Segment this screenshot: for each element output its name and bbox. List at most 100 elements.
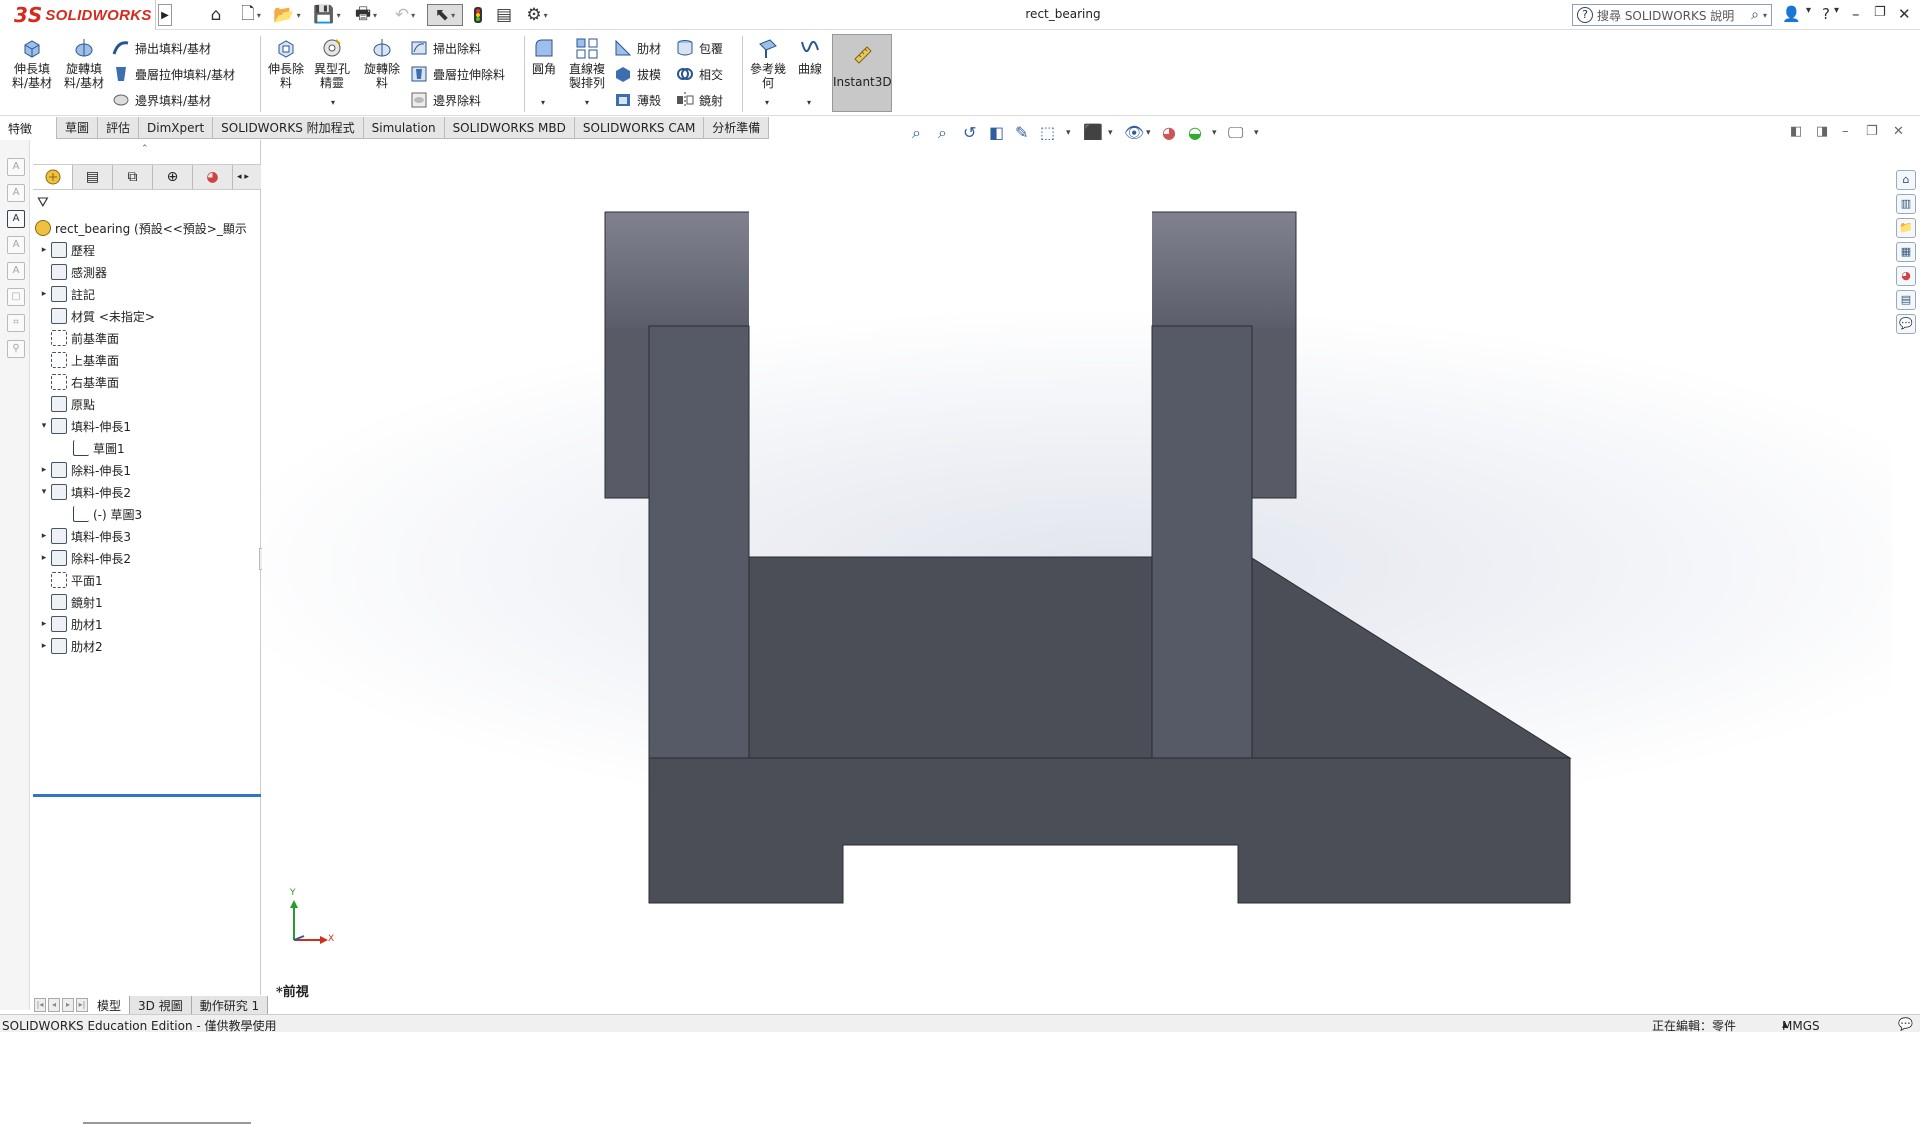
user-icon[interactable]: 👤 <box>1782 5 1801 23</box>
smart-dimension-icon[interactable]: A <box>7 158 25 176</box>
prev-tab-nav[interactable]: ◂ <box>48 998 60 1012</box>
rollback-bar[interactable] <box>33 794 261 797</box>
expand-toggle-icon[interactable]: ▸ <box>37 619 51 629</box>
shell-button[interactable]: 薄殼 <box>614 90 661 110</box>
tab-8[interactable]: 分析準備 <box>704 117 770 139</box>
last-tab-nav[interactable]: ▸| <box>76 998 88 1012</box>
tree-item-18[interactable]: ▸ 肋材2 <box>37 636 103 656</box>
balloon-icon[interactable]: A <box>7 236 25 254</box>
curves-dropdown[interactable]: ▾ <box>807 98 811 107</box>
hole-wizard-dropdown[interactable]: ▾ <box>331 98 335 107</box>
tab-7[interactable]: SOLIDWORKS CAM <box>574 117 705 139</box>
bottom-tab-0[interactable]: 模型 <box>89 996 131 1014</box>
apply-scene-dropdown[interactable]: ▾ <box>1212 128 1217 138</box>
linear-pattern-dropdown[interactable]: ▾ <box>585 98 589 107</box>
tree-item-6[interactable]: 右基準面 <box>37 372 119 392</box>
tree-item-12[interactable]: (-) 草圖3 <box>59 504 142 524</box>
loft-cut-button[interactable]: 疊層拉伸除料 <box>410 64 505 84</box>
tree-item-0[interactable]: ▸ 歷程 <box>37 240 95 260</box>
viewport-tile-right-icon[interactable]: ◨ <box>1816 124 1828 139</box>
weld-symbol-icon[interactable]: ⌗ <box>7 314 25 332</box>
reference-geometry-dropdown[interactable]: ▾ <box>765 98 769 107</box>
expand-toggle-icon[interactable]: ▸ <box>37 465 51 475</box>
restore-icon[interactable]: ❐ <box>1874 5 1886 20</box>
note-icon[interactable]: A <box>7 184 25 202</box>
loft-boss-button[interactable]: 疊層拉伸填料/基材 <box>112 64 235 84</box>
curves-button[interactable]: 曲線 <box>788 36 832 76</box>
next-tab-nav[interactable]: ▸ <box>62 998 74 1012</box>
help-question-icon[interactable]: ? <box>1822 5 1830 23</box>
view-orientation-dropdown[interactable]: ▾ <box>1066 128 1071 138</box>
sweep-boss-button[interactable]: 掃出填料/基材 <box>112 38 211 58</box>
expand-toggle-icon[interactable]: ▾ <box>37 421 51 431</box>
tree-item-4[interactable]: 前基準面 <box>37 328 119 348</box>
boundary-boss-button[interactable]: 邊界填料/基材 <box>112 90 211 110</box>
hide-show-dropdown[interactable]: ▾ <box>1146 128 1151 138</box>
help-dropdown-icon[interactable]: ▾ <box>1834 5 1839 16</box>
view-palette-icon[interactable]: ▦ <box>1896 242 1916 262</box>
status-units[interactable]: MMGS ▴ <box>1782 1017 1820 1033</box>
tree-item-8[interactable]: ▾ 填料-伸長1 <box>37 416 131 436</box>
tab-2[interactable]: 評估 <box>98 117 140 139</box>
tree-item-1[interactable]: 感測器 <box>37 262 107 282</box>
bottom-tab-1[interactable]: 3D 視圖 <box>130 996 192 1014</box>
wrap-button[interactable]: 包覆 <box>676 38 723 58</box>
search-icon[interactable]: ⌕ <box>1751 7 1759 23</box>
hole-wizard-button[interactable]: 異型孔精靈 <box>310 36 354 90</box>
dimxpert-manager-tab[interactable]: ⊕ <box>153 165 193 189</box>
custom-properties-icon[interactable]: ▤ <box>1896 290 1916 310</box>
fillet-dropdown[interactable]: ▾ <box>541 98 545 107</box>
expand-toggle-icon[interactable]: ▸ <box>37 641 51 651</box>
filter-icon[interactable]: ⛛ <box>37 195 49 211</box>
fillet-button[interactable]: 圓角 <box>522 36 566 76</box>
tree-item-15[interactable]: 平面1 <box>37 570 103 590</box>
extrude-cut-button[interactable]: 伸長除料 <box>264 36 308 90</box>
tree-item-7[interactable]: 原點 <box>37 394 95 414</box>
hole-callout-icon[interactable]: ⚲ <box>7 340 25 358</box>
mirror-button[interactable]: 鏡射 <box>676 90 723 110</box>
tree-item-5[interactable]: 上基準面 <box>37 350 119 370</box>
tree-item-9[interactable]: 草圖1 <box>59 438 125 458</box>
tree-root-part[interactable]: rect_bearing (預設<<預設>_顯示 <box>35 218 247 238</box>
tree-item-10[interactable]: ▸ 除料-伸長1 <box>37 460 131 480</box>
panel-tab-scroll[interactable]: ◂ ▸ <box>233 165 249 189</box>
revolve-boss-button[interactable]: 旋轉填料/基材 <box>62 36 106 90</box>
expand-toggle-icon[interactable]: ▾ <box>37 487 51 497</box>
configuration-manager-tab[interactable]: ⧉ <box>113 165 153 189</box>
tree-item-11[interactable]: ▾ 填料-伸長2 <box>37 482 131 502</box>
tab-3[interactable]: DimXpert <box>139 117 214 139</box>
close-icon[interactable]: ✕ <box>1898 5 1911 23</box>
solidworks-resources-icon[interactable]: ⌂ <box>1896 170 1916 190</box>
tab-6[interactable]: SOLIDWORKS MBD <box>444 117 575 139</box>
property-manager-tab[interactable]: ▤ <box>73 165 113 189</box>
feature-manager-tab[interactable] <box>33 165 73 189</box>
rib-button[interactable]: 肋材 <box>614 38 661 58</box>
tree-item-2[interactable]: ▸ 註記 <box>37 284 95 304</box>
file-explorer-icon[interactable]: 📁 <box>1896 218 1916 238</box>
help-search-input[interactable]: ? 搜尋 SOLIDWORKS 說明 ⌕ ▾ <box>1572 4 1772 26</box>
revolve-cut-button[interactable]: 旋轉除料 <box>360 36 404 90</box>
expand-toggle-icon[interactable]: ▸ <box>37 531 51 541</box>
extrude-boss-button[interactable]: 伸長填料/基材 <box>10 36 54 90</box>
display-manager-tab[interactable]: ◕ <box>193 165 233 189</box>
draft-button[interactable]: 拔模 <box>614 64 661 84</box>
display-style-dropdown[interactable]: ▾ <box>1108 128 1113 138</box>
status-message-icon[interactable]: 💬 <box>1898 1017 1913 1031</box>
viewport-restore-icon[interactable]: ❐ <box>1866 124 1878 139</box>
datum-icon[interactable]: ▢ <box>7 288 25 306</box>
instant3d-button[interactable]: Instant3D <box>832 34 892 112</box>
tree-item-17[interactable]: ▸ 肋材1 <box>37 614 103 634</box>
user-dropdown-icon[interactable]: ▾ <box>1806 5 1811 16</box>
reference-geometry-button[interactable]: 參考幾何 <box>746 36 790 90</box>
viewport-close-icon[interactable]: ✕ <box>1893 124 1904 139</box>
annotation-icon[interactable]: A <box>7 210 25 228</box>
viewport-tile-left-icon[interactable]: ◧ <box>1790 124 1802 139</box>
search-dropdown-icon[interactable]: ▾ <box>1763 11 1767 20</box>
sweep-cut-button[interactable]: 掃出除料 <box>410 38 481 58</box>
expand-toggle-icon[interactable]: ▸ <box>37 289 51 299</box>
surface-finish-icon[interactable]: A <box>7 262 25 280</box>
model-front-view[interactable] <box>262 140 1892 1010</box>
tab-1[interactable]: 草圖 <box>57 117 99 139</box>
tab-0[interactable]: 特徵 <box>0 117 57 139</box>
graphics-area[interactable]: Y X *前視 <box>262 140 1892 1010</box>
